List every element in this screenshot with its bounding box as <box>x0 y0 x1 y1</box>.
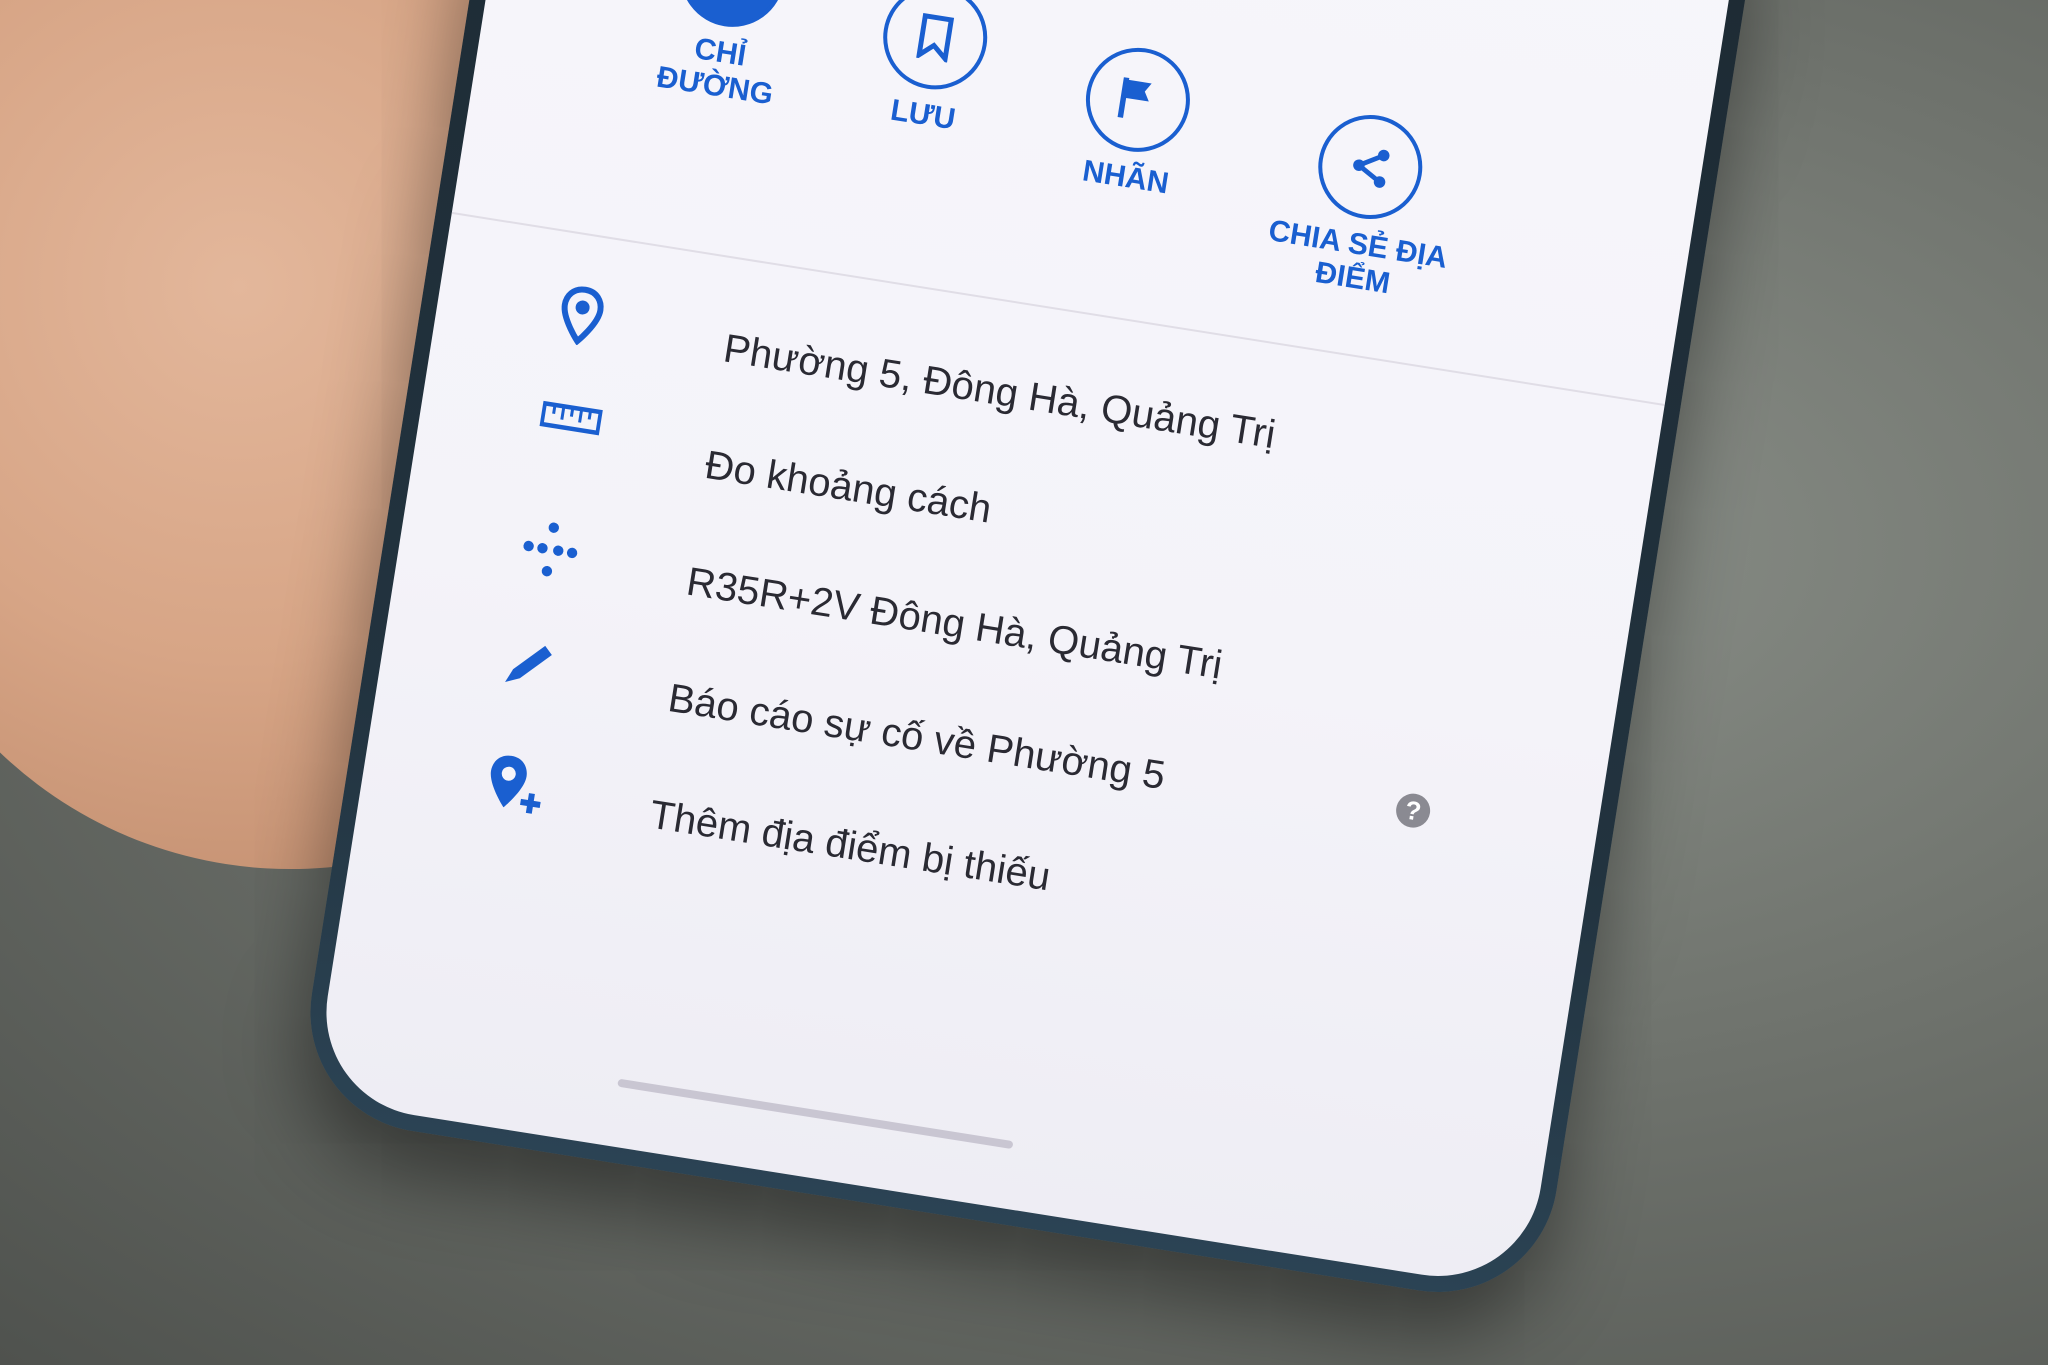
label-label: NHÃN <box>1080 154 1172 201</box>
directions-label: CHỈ ĐƯỜNG <box>654 32 776 112</box>
flag-icon <box>1078 40 1198 160</box>
plus-code-icon <box>516 515 585 584</box>
measure-text: Đo khoảng cách <box>702 442 995 532</box>
bookmark-icon <box>875 0 995 97</box>
action-row: CHỈ ĐƯỜNG LƯU NHÃN CHIA SẺ ĐỊA ĐIỂM <box>615 0 1462 336</box>
share-label: CHIA SẺ ĐỊA ĐIỂM <box>1266 214 1450 301</box>
phone-body: CHỈ ĐƯỜNG LƯU NHÃN CHIA SẺ ĐỊA ĐIỂM Phườ… <box>293 0 1765 1310</box>
place-details-list: Phường 5, Đông Hà, Quảng Trị Đo khoảng c… <box>472 270 1552 1009</box>
location-pin-icon <box>553 282 622 351</box>
ruler-icon <box>534 399 604 468</box>
save-button[interactable]: LƯU <box>841 0 1022 145</box>
pencil-icon <box>498 632 567 701</box>
directions-icon <box>672 0 792 35</box>
label-button[interactable]: NHÃN <box>1044 36 1225 207</box>
add-place-icon <box>479 748 548 817</box>
directions-button[interactable]: CHỈ ĐƯỜNG <box>633 0 820 116</box>
phone-screen: CHỈ ĐƯỜNG LƯU NHÃN CHIA SẺ ĐỊA ĐIỂM Phườ… <box>311 0 1747 1291</box>
share-icon <box>1310 107 1430 227</box>
share-button[interactable]: CHIA SẺ ĐỊA ĐIỂM <box>1251 100 1477 311</box>
home-indicator[interactable] <box>617 1078 1014 1150</box>
help-icon[interactable]: ? <box>1393 791 1433 831</box>
save-label: LƯU <box>888 93 958 137</box>
